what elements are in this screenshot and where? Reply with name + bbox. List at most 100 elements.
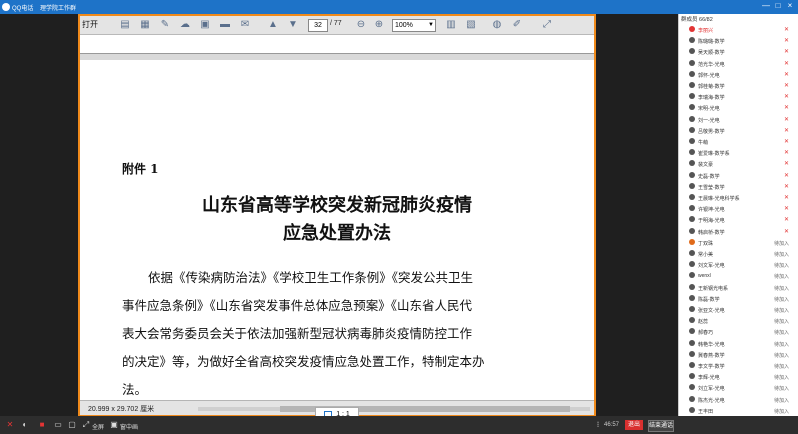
- member-name: 吕敬男-数学: [698, 128, 725, 135]
- member-name: 王丰田: [698, 408, 714, 415]
- avatar: [689, 384, 695, 391]
- member-row[interactable]: 张亚文-光电 待加入: [689, 304, 797, 315]
- previous-page-bottom: [80, 35, 594, 54]
- member-row[interactable]: 于明海-光电 ✕: [689, 214, 797, 225]
- whiteboard-icon[interactable]: ▢: [68, 421, 76, 429]
- close-button[interactable]: ×: [784, 1, 796, 10]
- mic-muted-icon: ✕: [783, 60, 789, 67]
- member-row[interactable]: 陈杰光-光电 待加入: [689, 394, 797, 405]
- avatar: [689, 171, 695, 178]
- fit-width-icon[interactable]: ▧: [464, 18, 478, 32]
- edit-icon[interactable]: ✎: [158, 18, 172, 32]
- sign-icon[interactable]: ✐: [510, 18, 524, 32]
- properties-icon[interactable]: ▤: [118, 18, 132, 32]
- member-row[interactable]: 陈璐璐-数学 ✕: [689, 35, 797, 46]
- mic-muted-icon: ✕: [783, 150, 789, 157]
- member-row[interactable]: 赵蕊 待加入: [689, 315, 797, 326]
- fullscreen-icon[interactable]: ⤢: [82, 421, 90, 429]
- member-row[interactable]: 李瑞海-数学 ✕: [689, 91, 797, 102]
- page-number-input[interactable]: 32: [308, 19, 328, 32]
- zoom-select[interactable]: 100% ▼: [392, 19, 436, 32]
- member-row[interactable]: 牛萌 ✕: [689, 136, 797, 147]
- paragraph-line: 表大会常务委员会关于依法加强新型冠状病毒肺炎疫情防控工作: [122, 326, 473, 341]
- page-total: / 77: [330, 20, 342, 27]
- member-row[interactable]: 许银坤-光电 ✕: [689, 203, 797, 214]
- member-row[interactable]: 宋明-光电 ✕: [689, 102, 797, 113]
- save-icon[interactable]: ▣: [198, 18, 212, 32]
- mic-muted-icon: ✕: [783, 49, 789, 56]
- member-row[interactable]: 刘文军-光电 待加入: [689, 259, 797, 270]
- member-row[interactable]: 范光华-光电 ✕: [689, 58, 797, 69]
- member-row[interactable]: 韩启桥-数学 ✕: [689, 226, 797, 237]
- member-row[interactable]: wenxl 待加入: [689, 270, 797, 281]
- member-row[interactable]: 郭怀-光电 ✕: [689, 69, 797, 80]
- member-row[interactable]: 李文学-数学 待加入: [689, 360, 797, 371]
- member-row[interactable]: 吴天顺-数学 ✕: [689, 46, 797, 57]
- minimize-button[interactable]: —: [760, 1, 772, 10]
- avatar: [689, 283, 695, 290]
- camera-off-icon[interactable]: ■: [38, 421, 46, 429]
- pdf-export-icon[interactable]: ▦: [138, 18, 152, 32]
- avatar: [689, 26, 695, 32]
- mic-muted-icon: ✕: [783, 139, 789, 145]
- window-controls: — □ ×: [760, 1, 796, 10]
- page-size-label: 20.999 x 29.702 厘米: [88, 406, 155, 413]
- member-row[interactable]: 李丽兴 ✕: [689, 24, 797, 35]
- member-row[interactable]: 韩艳华-光电 待加入: [689, 338, 797, 349]
- mic-muted-icon: ✕: [783, 228, 789, 235]
- avatar: [689, 373, 695, 380]
- mic-muted-icon: ✕: [783, 183, 789, 190]
- member-row[interactable]: 郝春巧 待加入: [689, 326, 797, 337]
- member-name: 刘立军-光电: [698, 386, 725, 393]
- member-row[interactable]: 王晨琳-光电科学系 ✕: [689, 192, 797, 203]
- fit-page-icon[interactable]: ▥: [444, 18, 458, 32]
- member-row[interactable]: 吕敬男-数学 ✕: [689, 125, 797, 136]
- member-status: 待加入: [773, 319, 789, 326]
- call-timer: 46:57: [604, 422, 620, 428]
- zoom-out-icon[interactable]: ⊖: [354, 18, 368, 32]
- member-row[interactable]: 郭桂菊-数学 ✕: [689, 80, 797, 91]
- avatar: [689, 317, 695, 324]
- print-icon[interactable]: ▬: [218, 18, 232, 32]
- maximize-button[interactable]: □: [772, 1, 784, 10]
- page-up-icon[interactable]: ▲: [266, 18, 280, 32]
- member-row[interactable]: 王丰田 待加入: [689, 405, 797, 416]
- zoom-in-icon[interactable]: ⊕: [372, 18, 386, 32]
- member-list-panel: 群成员 66/82 李丽兴 ✕ 陈璐璐-数学 ✕ 吴天顺-数学 ✕ 范光华-光电 ✕ 郭怀-光电…: [678, 14, 798, 416]
- expand-icon[interactable]: ⤢: [540, 18, 554, 32]
- avatar: [689, 238, 695, 245]
- end-call-button[interactable]: 结束通话: [648, 420, 674, 432]
- comment-icon[interactable]: ◍: [490, 18, 504, 32]
- member-row[interactable]: 王雪莹-数学 ✕: [689, 181, 797, 192]
- mail-icon[interactable]: ✉: [238, 18, 252, 32]
- paragraph-line: 事件应急条例》《山东省突发事件总体应急预案》《山东省人民代: [122, 298, 473, 313]
- member-row[interactable]: 陈磊-数学 待加入: [689, 293, 797, 304]
- mic-muted-icon: ✕: [783, 172, 789, 179]
- member-row[interactable]: 裴文豪 ✕: [689, 158, 797, 169]
- picture-in-picture-icon[interactable]: ▣: [110, 421, 118, 429]
- avatar: [689, 227, 695, 234]
- cloud-upload-icon[interactable]: ☁: [178, 18, 192, 32]
- mic-muted-icon[interactable]: ✕: [6, 421, 14, 429]
- member-row[interactable]: 王新钢光电系 待加入: [689, 282, 797, 293]
- member-row[interactable]: 刘一-光电 ✕: [689, 114, 797, 125]
- member-row[interactable]: 崔爱琳-数学系 ✕: [689, 147, 797, 158]
- member-row[interactable]: 史磊-数学 ✕: [689, 170, 797, 181]
- page-down-icon[interactable]: ▼: [286, 18, 300, 32]
- member-name: 李丽兴: [698, 28, 714, 34]
- member-row[interactable]: 常小美 待加入: [689, 248, 797, 259]
- avatar: [689, 138, 695, 144]
- screen-share-icon[interactable]: ▭: [54, 421, 62, 429]
- open-button[interactable]: 打开: [82, 19, 98, 30]
- speaker-icon[interactable]: ◖: [20, 421, 28, 429]
- exit-button[interactable]: 退出: [625, 420, 643, 430]
- view-mode-label[interactable]: 窗中画: [120, 422, 138, 431]
- avatar: [689, 160, 695, 167]
- fullscreen-label[interactable]: 全屏: [92, 422, 104, 431]
- member-row[interactable]: 冀春燕-数学 待加入: [689, 349, 797, 360]
- member-row[interactable]: 丁双珠 待加入: [689, 237, 797, 248]
- member-name: 郭怀-光电: [698, 72, 720, 79]
- member-row[interactable]: 李辉-光电 待加入: [689, 371, 797, 382]
- member-row[interactable]: 刘立军-光电 待加入: [689, 382, 797, 393]
- member-name: 赵蕊: [698, 319, 709, 326]
